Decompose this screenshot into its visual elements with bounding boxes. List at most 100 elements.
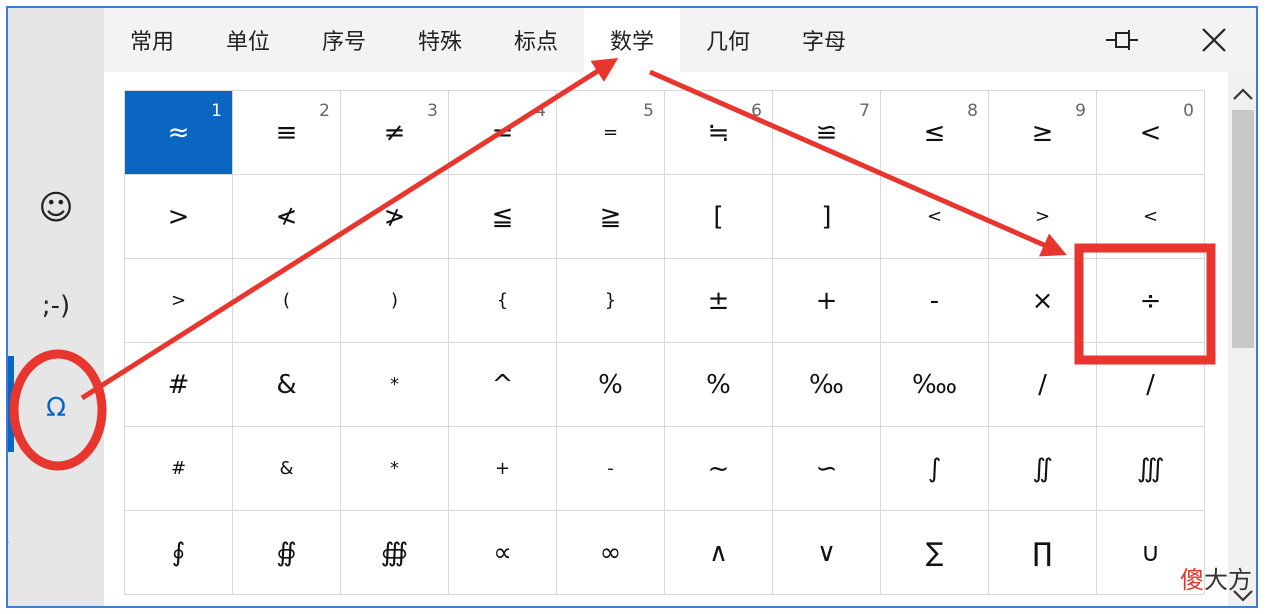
- symbol-cell[interactable]: <0: [1097, 91, 1205, 175]
- symbol-cell[interactable]: ∯: [233, 511, 341, 595]
- symbol-char: ≈: [167, 117, 190, 148]
- symbol-cell[interactable]: >: [989, 175, 1097, 259]
- symbol-cell[interactable]: ≯: [341, 175, 449, 259]
- symbol-cell[interactable]: (: [233, 259, 341, 343]
- symbol-cell[interactable]: ∰: [341, 511, 449, 595]
- symbol-cell[interactable]: ∫: [881, 427, 989, 511]
- symbol-cell[interactable]: /: [989, 343, 1097, 427]
- symbol-cell[interactable]: ∨: [773, 511, 881, 595]
- symbol-cell[interactable]: ∑: [881, 511, 989, 595]
- symbol-char: *: [390, 373, 399, 395]
- symbol-cell[interactable]: +: [449, 427, 557, 511]
- shortcut-key-label: 2: [319, 101, 330, 121]
- symbol-cell[interactable]: ∝: [449, 511, 557, 595]
- symbol-char: ∭: [1136, 453, 1165, 484]
- watermark-part1: 傻: [1180, 566, 1204, 594]
- symbol-cell[interactable]: ): [341, 259, 449, 343]
- symbol-cell[interactable]: ‱: [881, 343, 989, 427]
- symbol-cell[interactable]: ≥9: [989, 91, 1097, 175]
- symbol-cell[interactable]: *: [341, 343, 449, 427]
- symbol-cell[interactable]: ≦: [449, 175, 557, 259]
- tab-5[interactable]: 数学: [584, 8, 680, 72]
- tab-1[interactable]: 单位: [200, 8, 296, 72]
- vertical-scrollbar[interactable]: [1228, 72, 1256, 606]
- shortcut-key-label: 7: [859, 101, 870, 121]
- symbol-char: ∨: [816, 537, 837, 568]
- tab-0[interactable]: 常用: [104, 8, 200, 72]
- symbol-cell[interactable]: -: [881, 259, 989, 343]
- omega-icon: Ω: [46, 393, 66, 423]
- symbol-cell[interactable]: ≧: [557, 175, 665, 259]
- symbol-char: -: [929, 285, 940, 316]
- tab-7[interactable]: 字母: [776, 8, 872, 72]
- symbol-char: <: [1139, 117, 1162, 148]
- symbol-cell[interactable]: <: [1097, 175, 1205, 259]
- symbol-char: -: [607, 457, 614, 479]
- symbol-cell[interactable]: #: [125, 343, 233, 427]
- symbol-cell[interactable]: <: [881, 175, 989, 259]
- symbol-char: +: [815, 285, 838, 316]
- emoji-category-button[interactable]: ☺: [8, 168, 104, 248]
- symbol-char: ∬: [1032, 453, 1053, 484]
- symbol-char: ≤: [923, 117, 946, 148]
- symbol-cell[interactable]: ^: [449, 343, 557, 427]
- shortcut-key-label: 1: [211, 101, 222, 121]
- symbol-cell[interactable]: %: [665, 343, 773, 427]
- tab-2[interactable]: 序号: [296, 8, 392, 72]
- symbol-cell[interactable]: ∮: [125, 511, 233, 595]
- symbol-cell[interactable]: /: [1097, 343, 1205, 427]
- symbol-cell[interactable]: ±: [665, 259, 773, 343]
- symbol-cell[interactable]: &: [233, 427, 341, 511]
- symbol-cell[interactable]: ~: [665, 427, 773, 511]
- symbol-cell[interactable]: ∭: [1097, 427, 1205, 511]
- symbol-cell[interactable]: ≌ 7: [773, 91, 881, 175]
- symbol-char: &: [276, 369, 297, 400]
- symbol-cell[interactable]: ≒ 6: [665, 91, 773, 175]
- symbols-category-button[interactable]: Ω: [8, 368, 104, 448]
- symbol-cell[interactable]: [: [665, 175, 773, 259]
- tab-3[interactable]: 特殊: [392, 8, 488, 72]
- pin-button[interactable]: [1094, 8, 1150, 72]
- symbol-cell[interactable]: ×: [989, 259, 1097, 343]
- kaomoji-icon: ;-): [41, 291, 71, 321]
- symbol-char: [: [713, 201, 724, 232]
- tab-4[interactable]: 标点: [488, 8, 584, 72]
- symbol-char: ≒: [707, 117, 730, 148]
- symbol-cell[interactable]: ≮: [233, 175, 341, 259]
- symbol-cell[interactable]: >: [125, 259, 233, 343]
- symbol-char: ≥: [1031, 117, 1054, 148]
- symbol-cell[interactable]: +: [773, 259, 881, 343]
- kaomoji-category-button[interactable]: ;-): [8, 266, 104, 346]
- symbol-cell[interactable]: }: [557, 259, 665, 343]
- shortcut-key-label: 6: [751, 101, 762, 121]
- symbol-cell[interactable]: ∞: [557, 511, 665, 595]
- symbol-cell[interactable]: ≤8: [881, 91, 989, 175]
- symbol-cell[interactable]: ∏: [989, 511, 1097, 595]
- tab-6[interactable]: 几何: [680, 8, 776, 72]
- close-button[interactable]: [1186, 8, 1242, 72]
- symbol-char: ±: [707, 285, 730, 316]
- symbol-cell[interactable]: >: [125, 175, 233, 259]
- smiley-icon: ☺: [38, 188, 74, 228]
- symbol-cell[interactable]: = 4: [449, 91, 557, 175]
- symbol-cell[interactable]: ≈1: [125, 91, 233, 175]
- symbol-cell[interactable]: #: [125, 427, 233, 511]
- symbol-cell[interactable]: ‰: [773, 343, 881, 427]
- symbol-cell[interactable]: &: [233, 343, 341, 427]
- symbol-char: ∏: [1032, 537, 1053, 568]
- symbol-cell[interactable]: ∧: [665, 511, 773, 595]
- scroll-thumb[interactable]: [1232, 110, 1254, 348]
- symbol-cell[interactable]: ÷: [1097, 259, 1205, 343]
- scroll-up-button[interactable]: [1228, 80, 1256, 108]
- symbol-cell[interactable]: ∬: [989, 427, 1097, 511]
- symbol-cell[interactable]: {: [449, 259, 557, 343]
- symbol-cell[interactable]: ≠ 3: [341, 91, 449, 175]
- symbol-cell[interactable]: = 5: [557, 91, 665, 175]
- symbol-cell[interactable]: ≡ 2: [233, 91, 341, 175]
- symbol-cell[interactable]: -: [557, 427, 665, 511]
- symbol-cell[interactable]: ]: [773, 175, 881, 259]
- symbol-cell[interactable]: %: [557, 343, 665, 427]
- watermark-part2: 大方: [1204, 566, 1252, 594]
- symbol-cell[interactable]: ∽: [773, 427, 881, 511]
- symbol-cell[interactable]: *: [341, 427, 449, 511]
